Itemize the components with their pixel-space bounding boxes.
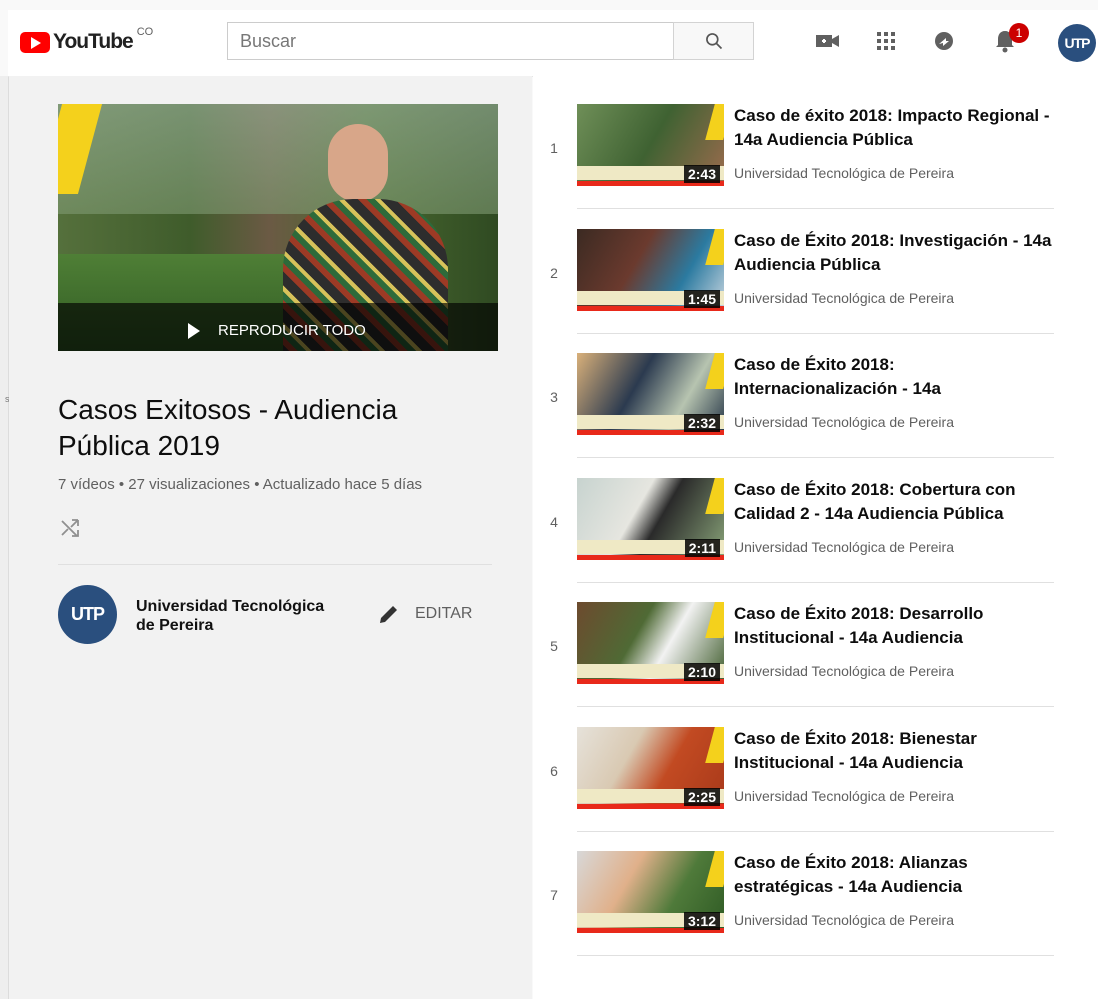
video-thumbnail[interactable]: 2:43: [577, 104, 724, 186]
messages-button[interactable]: [929, 26, 959, 56]
row-divider: [577, 955, 1054, 956]
video-row[interactable]: 3 2:32 Caso de Éxito 2018: Internacional…: [540, 353, 1054, 477]
video-duration: 2:11: [684, 539, 720, 557]
video-thumbnail[interactable]: 2:25: [577, 727, 724, 809]
video-duration: 2:32: [683, 414, 720, 432]
apps-button[interactable]: [871, 26, 901, 56]
thumbnail-accent: [705, 478, 724, 514]
play-all-label: REPRODUCIR TODO: [218, 322, 366, 339]
video-title[interactable]: Caso de Éxito 2018: Desarrollo Instituci…: [734, 602, 1054, 650]
logo-text: YouTube: [53, 30, 134, 53]
owner-avatar[interactable]: UTP: [58, 585, 117, 644]
video-channel[interactable]: Universidad Tecnológica de Pereira: [734, 912, 954, 928]
video-channel[interactable]: Universidad Tecnológica de Pereira: [734, 290, 954, 306]
masthead: YouTube CO 1: [8, 10, 1098, 76]
play-icon: [188, 322, 200, 339]
pencil-icon: [380, 606, 397, 623]
youtube-logo[interactable]: YouTube CO: [20, 26, 153, 54]
video-index: 3: [550, 389, 558, 405]
thumbnail-person-head: [328, 124, 388, 202]
country-code: CO: [136, 26, 154, 38]
video-row[interactable]: 6 2:25 Caso de Éxito 2018: Bienestar Ins…: [540, 727, 1054, 851]
play-all-button[interactable]: REPRODUCIR TODO: [188, 322, 366, 339]
video-index: 4: [550, 514, 558, 530]
share-chat-icon: [935, 32, 953, 50]
edit-button[interactable]: EDITAR: [377, 602, 472, 626]
video-index: 6: [550, 763, 558, 779]
video-title[interactable]: Caso de Éxito 2018: Bienestar Institucio…: [734, 727, 1054, 775]
video-index: 5: [550, 638, 558, 654]
video-channel[interactable]: Universidad Tecnológica de Pereira: [734, 165, 954, 181]
video-title[interactable]: Caso de éxito 2018: Impacto Regional - 1…: [734, 104, 1054, 152]
divider: [58, 564, 492, 565]
video-thumbnail[interactable]: 3:12: [577, 851, 724, 933]
video-title[interactable]: Caso de Éxito 2018: Cobertura con Calida…: [734, 478, 1054, 526]
video-duration: 2:43: [683, 165, 720, 183]
video-duration: 2:25: [683, 788, 720, 806]
video-thumbnail[interactable]: 1:45: [577, 229, 724, 311]
search-input[interactable]: [228, 30, 673, 52]
video-channel[interactable]: Universidad Tecnológica de Pereira: [734, 414, 954, 430]
search-icon: [705, 33, 722, 50]
video-row[interactable]: 5 2:10 Caso de Éxito 2018: Desarrollo In…: [540, 602, 1054, 726]
owner-avatar-text: UTP: [71, 604, 105, 624]
video-duration: 3:12: [683, 912, 720, 930]
playlist-title: Casos Exitosos - Audiencia Pública 2019: [58, 394, 398, 461]
video-channel[interactable]: Universidad Tecnológica de Pereira: [734, 788, 954, 804]
notification-badge: 1: [1009, 23, 1029, 43]
video-row[interactable]: 1 2:43 Caso de éxito 2018: Impacto Regio…: [540, 104, 1054, 228]
video-channel[interactable]: Universidad Tecnológica de Pereira: [734, 663, 954, 679]
row-divider: [577, 333, 1054, 334]
youtube-play-icon: [20, 31, 50, 53]
search-button[interactable]: [673, 22, 754, 60]
video-index: 2: [550, 265, 558, 281]
video-camera-icon: [816, 35, 839, 47]
shuffle-icon: [61, 519, 79, 537]
video-thumbnail[interactable]: 2:32: [577, 353, 724, 435]
thumbnail-accent: [705, 851, 724, 887]
search-box: [227, 22, 673, 60]
owner-name[interactable]: Universidad Tecnológica de Pereira: [136, 597, 346, 635]
row-divider: [577, 457, 1054, 458]
row-divider: [577, 706, 1054, 707]
thumbnail-accent: [705, 104, 724, 140]
thumbnail-accent: [705, 353, 724, 389]
account-avatar[interactable]: UTP: [1058, 24, 1096, 62]
thumbnail-accent: [705, 602, 724, 638]
video-index: 7: [550, 887, 558, 903]
row-divider: [577, 831, 1054, 832]
avatar-text: UTP: [1064, 35, 1091, 51]
thumbnail-accent: [705, 229, 724, 265]
video-row[interactable]: 7 3:12 Caso de Éxito 2018: Alianzas estr…: [540, 851, 1054, 975]
playlist-thumbnail[interactable]: REPRODUCIR TODO: [58, 104, 498, 351]
video-row[interactable]: 2 1:45 Caso de Éxito 2018: Investigación…: [540, 229, 1054, 353]
video-channel[interactable]: Universidad Tecnológica de Pereira: [734, 539, 954, 555]
video-title[interactable]: Caso de Éxito 2018: Alianzas estratégica…: [734, 851, 1054, 899]
apps-grid-icon: [877, 32, 895, 50]
video-duration: 1:45: [683, 290, 720, 308]
thumbnail-accent: [705, 727, 724, 763]
video-title[interactable]: Caso de Éxito 2018: Investigación - 14a …: [734, 229, 1054, 277]
video-row[interactable]: 4 2:11 Caso de Éxito 2018: Cobertura con…: [540, 478, 1054, 602]
video-duration: 2:10: [683, 663, 720, 681]
video-thumbnail[interactable]: 2:11: [577, 478, 724, 560]
video-title[interactable]: Caso de Éxito 2018: Internacionalización…: [734, 353, 1054, 401]
play-all-bar[interactable]: REPRODUCIR TODO: [58, 303, 498, 351]
row-divider: [577, 582, 1054, 583]
left-edge-strip: s: [0, 76, 10, 999]
edit-label: EDITAR: [415, 605, 473, 622]
create-video-button[interactable]: [813, 26, 843, 56]
shuffle-button[interactable]: [58, 516, 82, 540]
video-index: 1: [550, 140, 558, 156]
video-thumbnail[interactable]: 2:10: [577, 602, 724, 684]
row-divider: [577, 208, 1054, 209]
thumbnail-sky: [58, 104, 498, 214]
playlist-stats: 7 vídeos • 27 visualizaciones • Actualiz…: [58, 476, 423, 493]
